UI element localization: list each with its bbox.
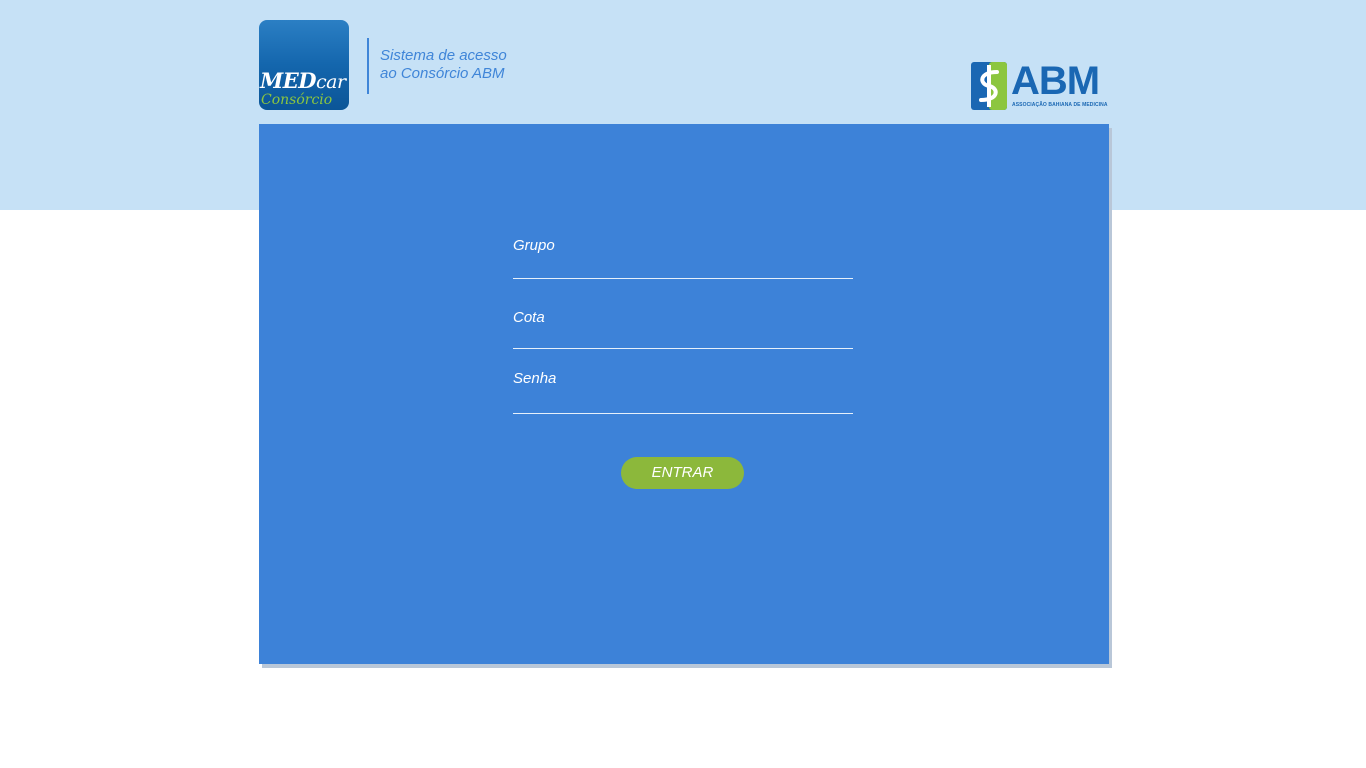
- tagline-line-1: Sistema de acesso: [380, 47, 507, 64]
- entrar-button[interactable]: ENTRAR: [621, 457, 744, 489]
- abm-logo-letters: ABM: [1011, 59, 1100, 103]
- medcar-consorcio-logo: MEDcar Consórcio: [259, 20, 349, 110]
- tagline-line-2: ao Consórcio ABM: [380, 65, 505, 82]
- page-header: MEDcar Consórcio Sistema de acesso ao Co…: [259, 20, 1109, 110]
- grupo-input[interactable]: [513, 256, 853, 276]
- abm-logo: ABM ASSOCIAÇÃO BAHIANA DE MEDICINA: [971, 59, 1109, 110]
- caduceus-icon: [971, 62, 1007, 110]
- senha-input[interactable]: [513, 391, 853, 411]
- cota-field[interactable]: Cota: [513, 306, 853, 349]
- senha-field[interactable]: Senha: [513, 368, 853, 414]
- logo-text-car: car: [315, 71, 346, 93]
- grupo-field[interactable]: Grupo: [513, 234, 853, 279]
- cota-input[interactable]: [513, 326, 853, 346]
- logo-text-consorcio: Consórcio: [261, 92, 333, 108]
- system-tagline: Sistema de acesso ao Consórcio ABM: [380, 47, 507, 83]
- logo-text-med: MED: [260, 68, 316, 93]
- login-panel: Grupo Cota Senha ENTRAR: [259, 124, 1109, 664]
- abm-logo-subtitle: ASSOCIAÇÃO BAHIANA DE MEDICINA: [1012, 102, 1108, 108]
- grupo-label: Grupo: [513, 237, 555, 254]
- cota-label: Cota: [513, 309, 545, 326]
- senha-label: Senha: [513, 370, 557, 387]
- header-divider: [367, 38, 369, 94]
